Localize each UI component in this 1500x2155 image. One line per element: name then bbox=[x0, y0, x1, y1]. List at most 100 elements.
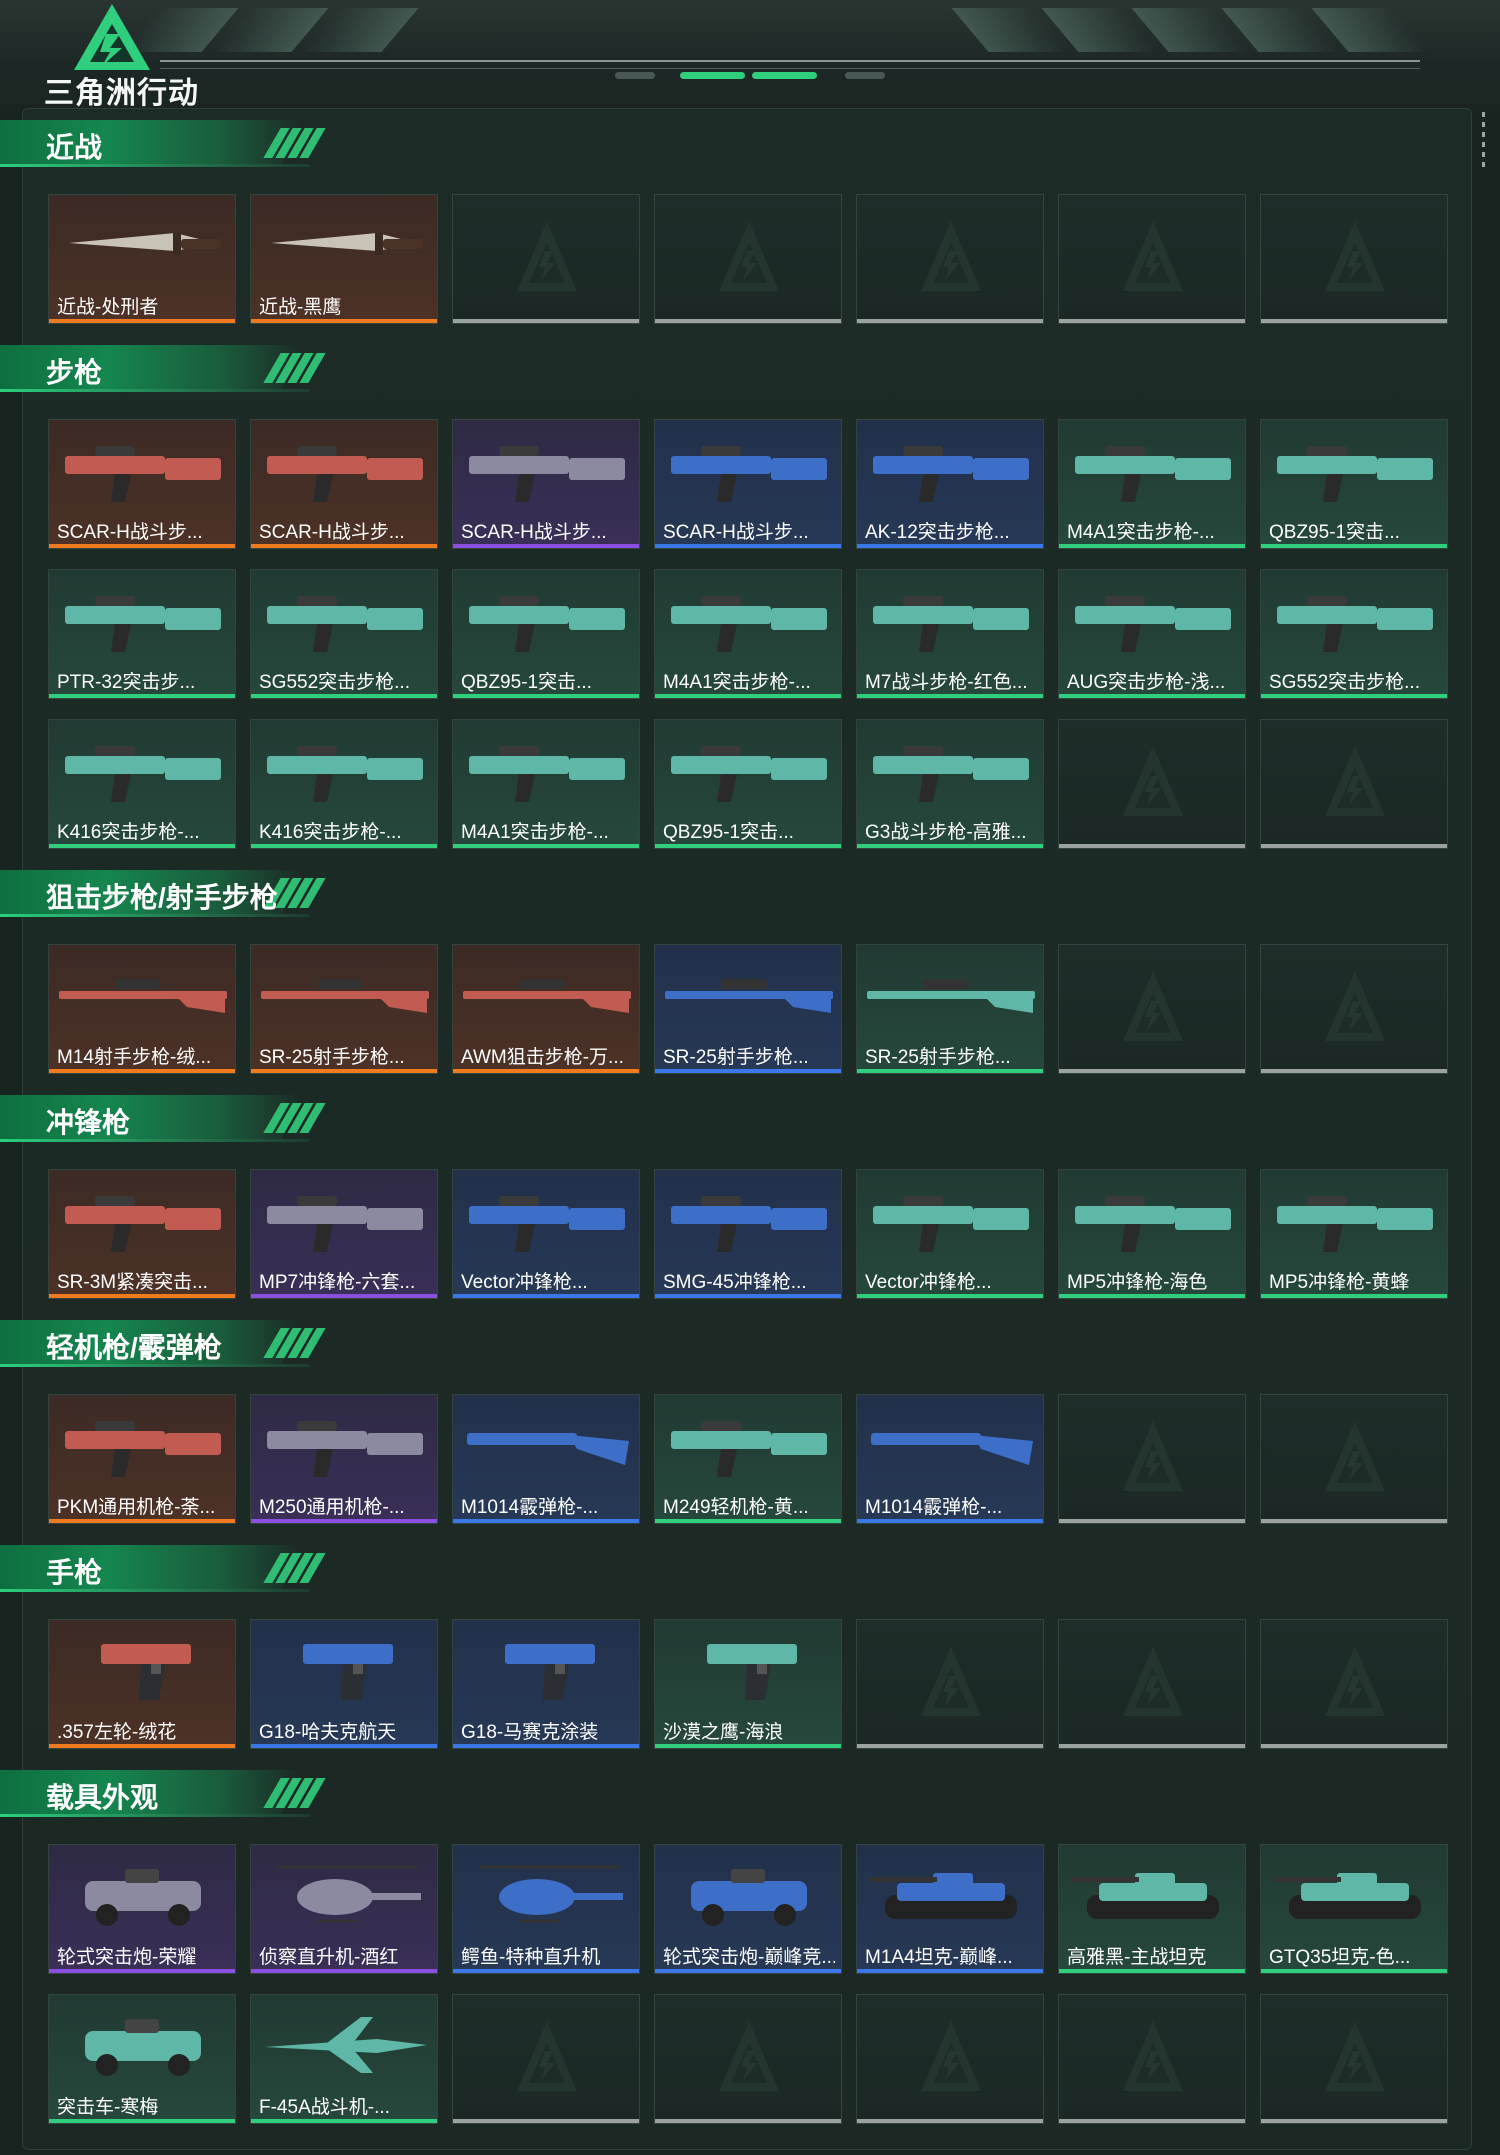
skin-card[interactable]: 近战-黑鹰 bbox=[250, 194, 438, 324]
skin-card[interactable]: QBZ95-1突击... bbox=[452, 569, 640, 699]
empty-slot[interactable] bbox=[1058, 944, 1246, 1074]
skin-card[interactable]: PKM通用机枪-荼... bbox=[48, 1394, 236, 1524]
skin-card[interactable]: 轮式突击炮-巅峰竞... bbox=[654, 1844, 842, 1974]
skin-card[interactable]: SR-25射手步枪... bbox=[250, 944, 438, 1074]
empty-slot[interactable] bbox=[452, 1994, 640, 2124]
empty-slot[interactable] bbox=[1058, 1994, 1246, 2124]
empty-slot[interactable] bbox=[856, 1619, 1044, 1749]
skin-card[interactable]: G18-哈夫克航天 bbox=[250, 1619, 438, 1749]
skin-card[interactable]: SG552突击步枪... bbox=[250, 569, 438, 699]
skin-card[interactable]: M1A4坦克-巅峰... bbox=[856, 1844, 1044, 1974]
empty-slot-icon bbox=[719, 2021, 779, 2091]
empty-slot[interactable] bbox=[1260, 194, 1448, 324]
skin-card[interactable]: 沙漠之鹰-海浪 bbox=[654, 1619, 842, 1749]
empty-slot[interactable] bbox=[1260, 719, 1448, 849]
skin-card[interactable]: SCAR-H战斗步... bbox=[654, 419, 842, 549]
skin-card[interactable]: MP7冲锋枪-六套... bbox=[250, 1169, 438, 1299]
skin-card[interactable]: M4A1突击步枪-... bbox=[1058, 419, 1246, 549]
skin-card[interactable]: 鳄鱼-特种直升机 bbox=[452, 1844, 640, 1974]
rarity-bar bbox=[49, 1744, 235, 1748]
skin-card[interactable]: PTR-32突击步... bbox=[48, 569, 236, 699]
skin-card[interactable]: AUG突击步枪-浅... bbox=[1058, 569, 1246, 699]
empty-slot[interactable] bbox=[856, 1994, 1044, 2124]
skin-card[interactable]: M1014霰弹枪-... bbox=[452, 1394, 640, 1524]
skin-card[interactable]: 侦察直升机-酒红 bbox=[250, 1844, 438, 1974]
empty-slot-icon bbox=[1123, 746, 1183, 816]
empty-slot-icon bbox=[1325, 2021, 1385, 2091]
skin-card[interactable]: Vector冲锋枪... bbox=[856, 1169, 1044, 1299]
empty-slot[interactable] bbox=[654, 194, 842, 324]
skin-card[interactable]: G3战斗步枪-高雅... bbox=[856, 719, 1044, 849]
skin-card[interactable]: Vector冲锋枪... bbox=[452, 1169, 640, 1299]
skin-card[interactable]: .357左轮-绒花 bbox=[48, 1619, 236, 1749]
skin-card[interactable]: SCAR-H战斗步... bbox=[48, 419, 236, 549]
skin-card[interactable]: GTQ35坦克-色... bbox=[1260, 1844, 1448, 1974]
skin-card[interactable]: MP5冲锋枪-黄蜂 bbox=[1260, 1169, 1448, 1299]
rarity-bar bbox=[655, 1969, 841, 1973]
empty-slot[interactable] bbox=[1260, 1394, 1448, 1524]
rifle-icon bbox=[267, 746, 423, 802]
skin-card[interactable]: 高雅黑-主战坦克 bbox=[1058, 1844, 1246, 1974]
skin-card[interactable]: M1014霰弹枪-... bbox=[856, 1394, 1044, 1524]
skin-card[interactable]: SCAR-H战斗步... bbox=[250, 419, 438, 549]
skin-card[interactable]: SR-3M紧凑突击... bbox=[48, 1169, 236, 1299]
empty-slot-icon bbox=[1123, 2021, 1183, 2091]
skin-card[interactable]: M4A1突击步枪-... bbox=[654, 569, 842, 699]
skin-card[interactable]: M14射手步枪-绒... bbox=[48, 944, 236, 1074]
shotgun-icon bbox=[467, 1433, 629, 1465]
lmg-icon bbox=[267, 1421, 423, 1477]
empty-slot-icon bbox=[921, 2021, 981, 2091]
skin-card[interactable]: 突击车-寒梅 bbox=[48, 1994, 236, 2124]
skin-card[interactable]: AWM狙击步枪-万... bbox=[452, 944, 640, 1074]
skin-card[interactable]: QBZ95-1突击... bbox=[1260, 419, 1448, 549]
skin-card[interactable]: AK-12突击步枪... bbox=[856, 419, 1044, 549]
skin-card[interactable]: SG552突击步枪... bbox=[1260, 569, 1448, 699]
skin-card[interactable]: SMG-45冲锋枪... bbox=[654, 1169, 842, 1299]
empty-slot[interactable] bbox=[1058, 194, 1246, 324]
rifle-icon bbox=[469, 446, 625, 502]
rarity-bar bbox=[453, 694, 639, 698]
skin-card[interactable]: M249轻机枪-黄... bbox=[654, 1394, 842, 1524]
skin-card[interactable]: F-45A战斗机-... bbox=[250, 1994, 438, 2124]
empty-slot-icon bbox=[719, 221, 779, 291]
empty-slot[interactable] bbox=[856, 194, 1044, 324]
empty-slot[interactable] bbox=[1260, 944, 1448, 1074]
rarity-bar bbox=[857, 694, 1043, 698]
empty-slot-icon bbox=[517, 2021, 577, 2091]
rifle-icon bbox=[469, 746, 625, 802]
header-divider bbox=[160, 60, 1420, 69]
skin-card[interactable]: M4A1突击步枪-... bbox=[452, 719, 640, 849]
skin-card[interactable]: QBZ95-1突击... bbox=[654, 719, 842, 849]
sniper-icon bbox=[261, 979, 429, 1013]
skin-card[interactable]: M7战斗步枪-红色... bbox=[856, 569, 1044, 699]
skin-card[interactable]: M250通用机枪-... bbox=[250, 1394, 438, 1524]
rifle-icon bbox=[65, 446, 221, 502]
skin-card[interactable]: SCAR-H战斗步... bbox=[452, 419, 640, 549]
skin-card[interactable]: MP5冲锋枪-海色 bbox=[1058, 1169, 1246, 1299]
skin-card[interactable]: 近战-处刑者 bbox=[48, 194, 236, 324]
section-header: 载具外观 bbox=[0, 1770, 330, 1817]
empty-slot[interactable] bbox=[654, 1994, 842, 2124]
empty-slot[interactable] bbox=[452, 194, 640, 324]
empty-slot[interactable] bbox=[1058, 719, 1246, 849]
skin-name: M4A1突击步枪-... bbox=[663, 672, 811, 693]
skin-card[interactable]: K416突击步枪-... bbox=[48, 719, 236, 849]
skin-card[interactable]: SR-25射手步枪... bbox=[654, 944, 842, 1074]
page-indicator-inactive bbox=[615, 72, 655, 79]
empty-slot-icon bbox=[1123, 971, 1183, 1041]
skin-name: M1A4坦克-巅峰... bbox=[865, 1947, 1013, 1968]
rarity-bar bbox=[49, 844, 235, 848]
skin-card[interactable]: 轮式突击炮-荣耀 bbox=[48, 1844, 236, 1974]
section-header: 轻机枪/霰弹枪 bbox=[0, 1320, 330, 1367]
skin-card[interactable]: G18-马赛克涂装 bbox=[452, 1619, 640, 1749]
empty-slot[interactable] bbox=[1058, 1619, 1246, 1749]
empty-slot[interactable] bbox=[1058, 1394, 1246, 1524]
empty-slot[interactable] bbox=[1260, 1994, 1448, 2124]
skin-card[interactable]: K416突击步枪-... bbox=[250, 719, 438, 849]
skin-name: SCAR-H战斗步... bbox=[663, 522, 809, 543]
rarity-bar bbox=[857, 544, 1043, 548]
empty-slot[interactable] bbox=[1260, 1619, 1448, 1749]
armored-vehicle-icon bbox=[691, 1869, 807, 1926]
skin-card[interactable]: SR-25射手步枪... bbox=[856, 944, 1044, 1074]
scrollbar[interactable] bbox=[1482, 112, 1486, 167]
